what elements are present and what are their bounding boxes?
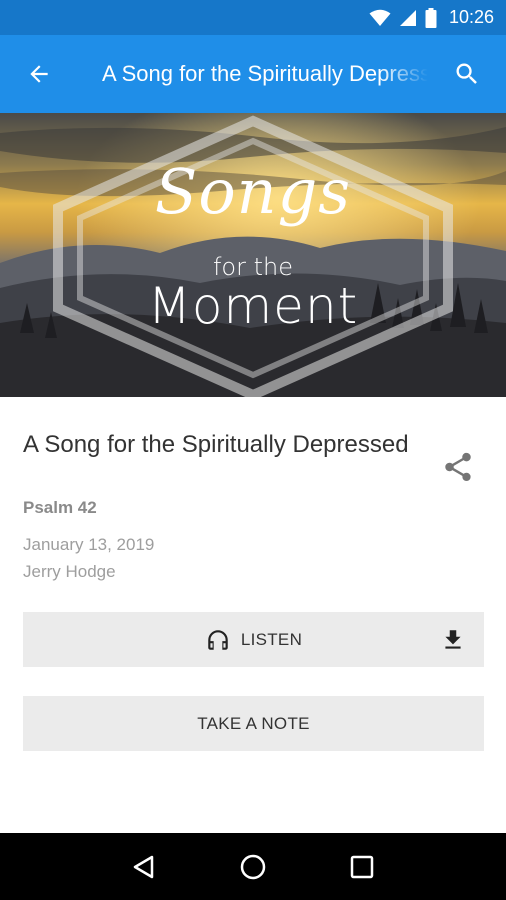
search-button[interactable] <box>428 35 506 113</box>
sermon-details: A Song for the Spiritually Depressed Psa… <box>0 397 506 833</box>
status-time: 10:26 <box>448 7 494 27</box>
app-bar-title: A Song for the Spiritually Depressed <box>102 61 428 86</box>
sermon-date: January 13, 2019 <box>23 535 155 554</box>
back-button[interactable] <box>0 35 78 113</box>
nav-recents-button[interactable] <box>342 847 382 887</box>
speaker-name: Jerry Hodge <box>23 562 116 581</box>
download-icon <box>445 630 461 649</box>
listen-label: LISTEN <box>240 629 303 649</box>
sermon-series-artwork: Songs for the Moment <box>0 113 506 397</box>
arrow-left-icon <box>30 65 48 83</box>
headphones-icon <box>205 627 231 653</box>
take-note-label: TAKE A NOTE <box>197 713 310 733</box>
share-icon <box>445 452 471 482</box>
artwork-title-moment: Moment <box>147 277 359 335</box>
artwork-title-songs: Songs <box>154 155 352 228</box>
share-button[interactable] <box>440 449 476 485</box>
sermon-title: A Song for the Spiritually Depressed <box>23 431 409 458</box>
wifi-icon <box>369 9 391 27</box>
nav-back-button[interactable] <box>124 847 164 887</box>
app-bar: A Song for the Spiritually Depressed <box>0 35 506 113</box>
nav-home-button[interactable] <box>233 847 273 887</box>
status-bar: 10:26 <box>0 0 506 35</box>
download-button[interactable] <box>440 627 466 653</box>
cell-signal-icon <box>399 9 417 27</box>
battery-icon <box>425 7 437 28</box>
take-note-button[interactable]: TAKE A NOTE <box>23 696 484 751</box>
scripture-reference: Psalm 42 <box>23 498 97 517</box>
system-nav-bar <box>0 833 506 900</box>
home-circle-icon <box>240 854 266 879</box>
recents-square-icon <box>350 855 373 878</box>
back-triangle-icon <box>134 855 154 878</box>
search-icon <box>456 63 477 84</box>
listen-button[interactable]: LISTEN <box>23 612 484 667</box>
